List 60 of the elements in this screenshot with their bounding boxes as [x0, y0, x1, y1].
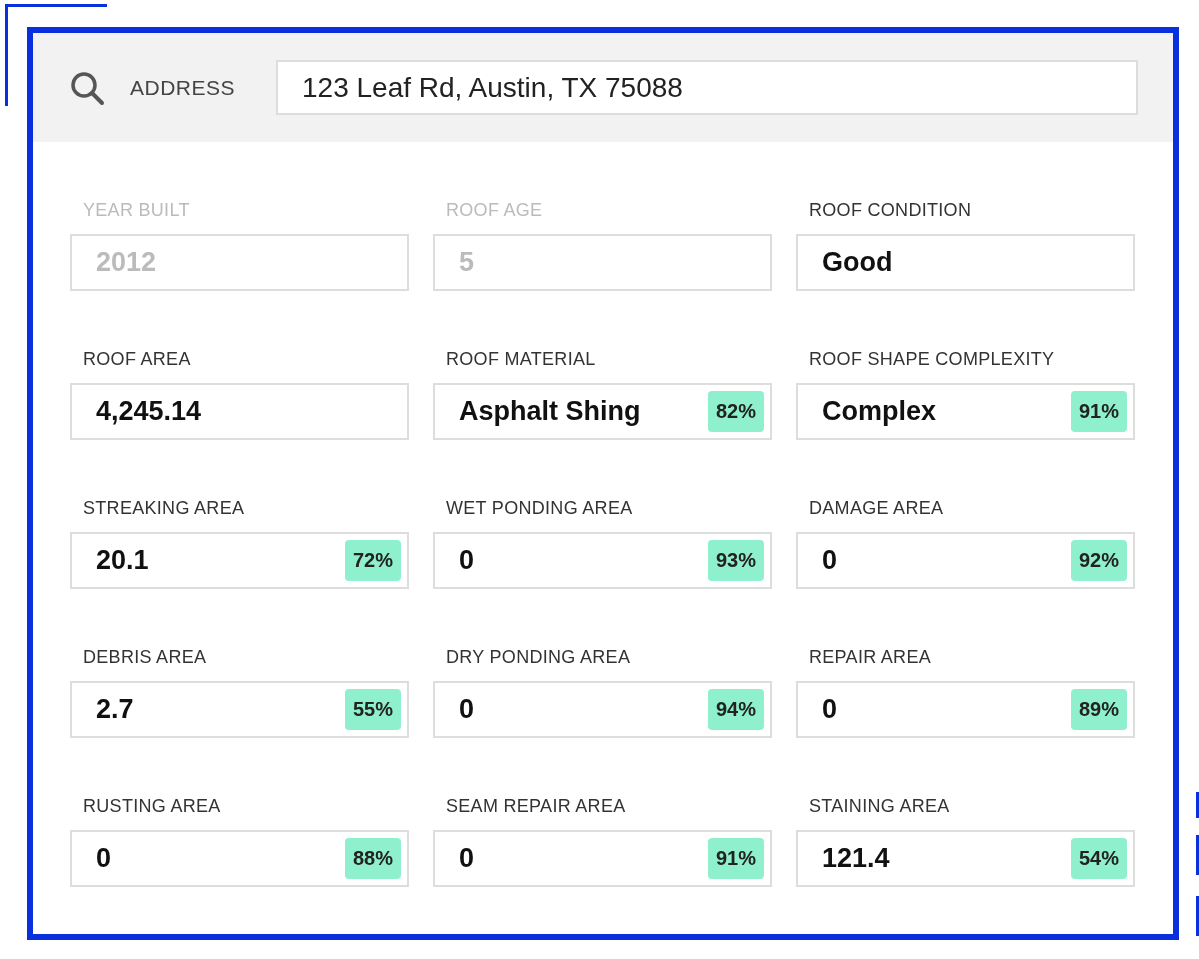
field-value: 20.1	[96, 545, 149, 576]
input-field[interactable]: 0 94%	[433, 681, 772, 738]
field-value: Complex	[822, 396, 937, 427]
field-value: 0	[96, 843, 112, 874]
input-field[interactable]: 20.1 72%	[70, 532, 409, 589]
input-field[interactable]: Asphalt Shing 82%	[433, 383, 772, 440]
field-value: 2.7	[96, 694, 134, 725]
field-value: Asphalt Shing	[459, 396, 641, 427]
confidence-badge: 55%	[344, 689, 401, 730]
input-field[interactable]: 0 92%	[796, 532, 1135, 589]
search-icon[interactable]	[69, 69, 105, 106]
field-value: Good	[822, 247, 893, 278]
field-label: ROOF SHAPE COMPLEXITY	[808, 349, 1056, 370]
field-label: DRY PONDING AREA	[445, 647, 632, 668]
confidence-badge: 88%	[344, 838, 401, 879]
field-value: 0	[822, 545, 838, 576]
address-label: ADDRESS	[130, 75, 237, 100]
field-label: WET PONDING AREA	[445, 498, 634, 519]
field-value: 2012	[96, 247, 157, 278]
confidence-badge: 93%	[707, 540, 764, 581]
address-field[interactable]: 123 Leaf Rd, Austin, TX 75088	[276, 60, 1138, 115]
field-label: ROOF AREA	[82, 349, 192, 370]
input-field[interactable]: 0 89%	[796, 681, 1135, 738]
input-field[interactable]: 0 93%	[433, 532, 772, 589]
field-value: 121.4	[822, 843, 890, 874]
edge-mark	[1196, 835, 1199, 875]
confidence-badge: 72%	[344, 540, 401, 581]
field-value: 0	[459, 694, 475, 725]
edge-mark	[1196, 792, 1199, 818]
field-value: 0	[459, 843, 475, 874]
confidence-badge: 89%	[1070, 689, 1127, 730]
input-field[interactable]: 4,245.14	[70, 383, 409, 440]
input-field[interactable]: 121.4 54%	[796, 830, 1135, 887]
confidence-badge: 82%	[707, 391, 764, 432]
input-field[interactable]: Good	[796, 234, 1135, 291]
confidence-badge: 94%	[707, 689, 764, 730]
field-label: DEBRIS AREA	[82, 647, 208, 668]
field-label: REPAIR AREA	[808, 647, 932, 668]
confidence-badge: 92%	[1070, 540, 1127, 581]
field-label: STAINING AREA	[808, 796, 951, 817]
input-field[interactable]: 0 91%	[433, 830, 772, 887]
field-label: RUSTING AREA	[82, 796, 222, 817]
confidence-badge: 91%	[707, 838, 764, 879]
confidence-badge: 91%	[1070, 391, 1127, 432]
field-label: ROOF MATERIAL	[445, 349, 597, 370]
field-label: STREAKING AREA	[82, 498, 246, 519]
input-field[interactable]: Complex 91%	[796, 383, 1135, 440]
edge-mark	[1196, 896, 1199, 936]
field-value: 4,245.14	[96, 396, 202, 427]
field-value: 0	[822, 694, 838, 725]
field-label: SEAM REPAIR AREA	[445, 796, 627, 817]
input-field[interactable]: 2.7 55%	[70, 681, 409, 738]
field-label: DAMAGE AREA	[808, 498, 945, 519]
field-label: ROOF CONDITION	[808, 200, 973, 221]
field-label: ROOF AGE	[445, 200, 544, 221]
field-value: 5	[459, 247, 475, 278]
input-field[interactable]: 0 88%	[70, 830, 409, 887]
confidence-badge: 54%	[1070, 838, 1127, 879]
field-value: 0	[459, 545, 475, 576]
field-label: YEAR BUILT	[82, 200, 191, 221]
